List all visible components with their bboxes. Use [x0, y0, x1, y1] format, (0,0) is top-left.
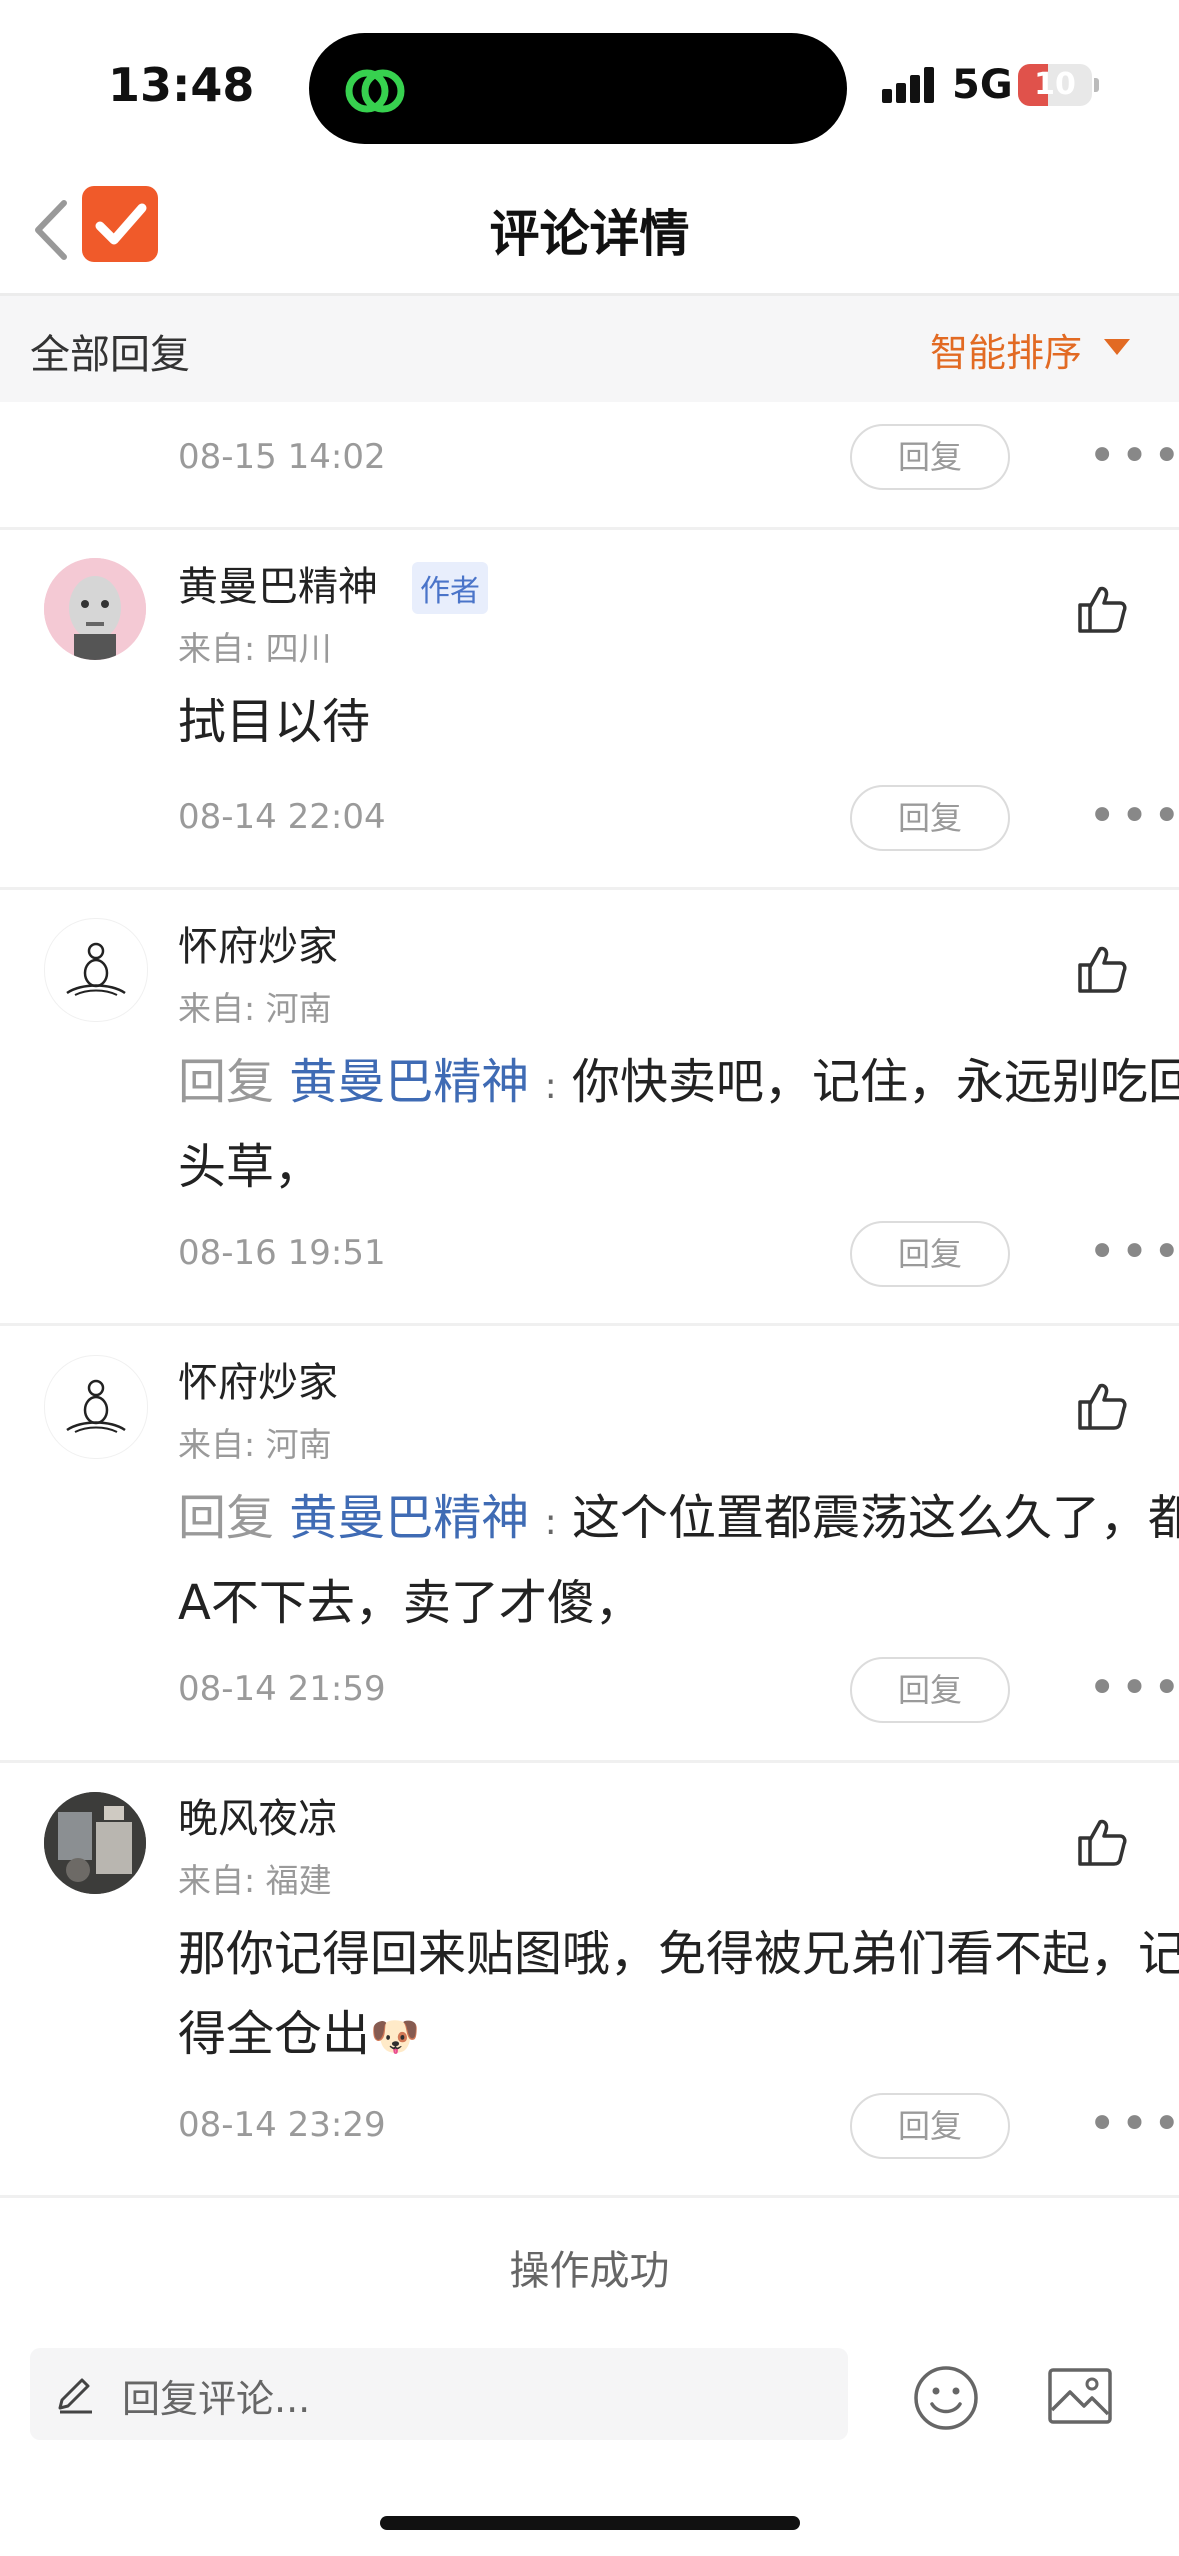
comment-date: 08-14 21:59	[178, 1669, 386, 1709]
mention-colon: :	[544, 1502, 557, 1543]
toast-message: 操作成功	[509, 2248, 670, 2294]
battery-level: 10	[1034, 67, 1076, 102]
reply-button[interactable]: 回复	[850, 1657, 1010, 1723]
comment-text: 那你记得回来贴图哦，免得被兄弟们看不起，记得全仓出🐶	[178, 1914, 1179, 2077]
mention-link[interactable]: 黄曼巴精神	[289, 1490, 529, 1546]
status-bar: 13:48 5G 10	[0, 0, 1179, 150]
comment-location: 来自: 河南	[178, 989, 332, 1028]
avatar[interactable]	[44, 1792, 146, 1894]
row-divider	[0, 1323, 1179, 1326]
reply-button[interactable]: 回复	[850, 785, 1010, 851]
network-type: 5G	[952, 62, 1013, 108]
commenter-name[interactable]: 怀府炒家	[178, 914, 338, 972]
row-divider	[0, 887, 1179, 890]
thumbs-up-icon[interactable]	[1076, 1816, 1128, 1868]
status-time: 13:48	[108, 58, 255, 112]
comment-location: 来自: 河南	[178, 1425, 332, 1464]
avatar[interactable]	[44, 1355, 148, 1459]
page-title: 评论详情	[489, 205, 690, 263]
reply-button[interactable]: 回复	[850, 424, 1010, 490]
comment-text: 回复 黄曼巴精神 : 这个位置都震荡这么久了，都A不下去，卖了才傻，	[178, 1478, 1179, 1643]
mention-colon: :	[544, 1066, 557, 1107]
reply-button[interactable]: 回复	[850, 2093, 1010, 2159]
reply-prefix: 回复	[178, 1054, 275, 1110]
all-replies-label: 全部回复	[30, 332, 190, 378]
comment-date: 08-14 22:04	[178, 797, 386, 837]
comment-body: 那你记得回来贴图哦，免得被兄弟们看不起，记得全仓出	[178, 1926, 1179, 2062]
dog-emoji-icon: 🐶	[370, 2014, 420, 2060]
sort-dropdown[interactable]: 智能排序	[930, 322, 1082, 377]
reply-prefix: 回复	[178, 1490, 275, 1546]
avatar[interactable]	[44, 558, 146, 660]
row-divider	[0, 1760, 1179, 1763]
avatar-meditation-image	[66, 1379, 126, 1433]
reply-input-placeholder[interactable]: 回复评论...	[122, 2368, 310, 2423]
mention-link[interactable]: 黄曼巴精神	[289, 1054, 529, 1110]
row-divider	[0, 2195, 1179, 2198]
link-rings-icon	[345, 69, 405, 113]
thumbs-up-icon[interactable]	[1076, 583, 1128, 635]
avatar-meditation-image	[66, 942, 126, 996]
caret-down-icon[interactable]	[1104, 339, 1130, 355]
comment-date: 08-16 19:51	[178, 1233, 386, 1273]
avatar-face-image	[44, 558, 146, 660]
image-icon[interactable]	[1046, 2364, 1114, 2428]
more-dots-icon[interactable]: •••	[1088, 1664, 1179, 1712]
author-badge: 作者	[412, 562, 488, 614]
comment-text: 拭目以待	[178, 694, 371, 750]
avatar-photo-image	[44, 1792, 146, 1894]
thumbs-up-icon[interactable]	[1076, 943, 1128, 995]
row-divider	[0, 527, 1179, 530]
smiley-icon[interactable]	[912, 2364, 980, 2432]
more-dots-icon[interactable]: •••	[1088, 1228, 1179, 1276]
thumbs-up-icon[interactable]	[1076, 1380, 1128, 1432]
more-dots-icon[interactable]: •••	[1088, 792, 1179, 840]
comment-date: 08-15 14:02	[178, 437, 386, 477]
comment-location: 来自: 福建	[178, 1861, 332, 1900]
comment-text: 回复 黄曼巴精神 : 你快卖吧，记住，永远别吃回头草，	[178, 1042, 1179, 1207]
battery-tip	[1094, 78, 1099, 92]
comment-date: 08-14 23:29	[178, 2105, 386, 2145]
commenter-name[interactable]: 晚风夜凉	[178, 1786, 338, 1844]
battery-icon: 10	[1018, 64, 1092, 106]
more-dots-icon[interactable]: •••	[1088, 432, 1179, 480]
reply-button[interactable]: 回复	[850, 1221, 1010, 1287]
more-dots-icon[interactable]: •••	[1088, 2100, 1179, 2148]
dynamic-island	[309, 33, 847, 144]
commenter-name[interactable]: 黄曼巴精神	[178, 554, 378, 612]
home-indicator[interactable]	[380, 2516, 800, 2530]
avatar[interactable]	[44, 918, 148, 1022]
pencil-icon	[58, 2378, 92, 2414]
comment-location: 来自: 四川	[178, 629, 332, 668]
commenter-name[interactable]: 怀府炒家	[178, 1350, 338, 1408]
